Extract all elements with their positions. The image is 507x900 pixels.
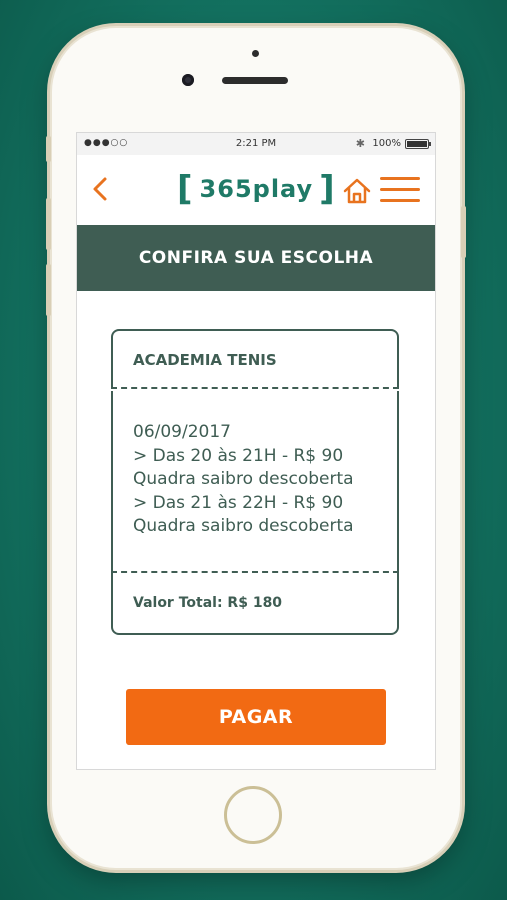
total-card: Valor Total: R$ 180 [111,573,399,635]
logo-bracket-left: [ [177,169,194,209]
booking-line: Quadra saibro descoberta [133,469,354,489]
app-header: [ 365play ] [77,155,435,225]
phone-frame: ●●●○○ 2:21 PM ✱ 100% [ 365play ] CONFIRA… [46,28,466,868]
booking-details: 06/09/2017 > Das 20 às 21H - R$ 90 Quadr… [133,421,354,539]
hamburger-menu-icon[interactable] [380,177,420,203]
home-icon[interactable] [342,177,372,205]
page-title: CONFIRA SUA ESCOLHA [77,225,435,291]
back-chevron-icon[interactable] [91,175,109,208]
booking-date: 06/09/2017 [133,422,231,442]
booking-line: Quadra saibro descoberta [133,516,354,536]
power-button [461,206,466,258]
earpiece-speaker [222,77,288,84]
logo-bracket-right: ] [319,169,336,209]
volume-down-button [46,264,51,316]
front-camera [182,74,194,86]
volume-up-button [46,198,51,250]
battery-icon [405,139,431,149]
bluetooth-icon: ✱ [355,137,365,150]
total-value: Valor Total: R$ 180 [133,595,283,611]
app-screen: ●●●○○ 2:21 PM ✱ 100% [ 365play ] CONFIRA… [76,132,436,770]
pay-button[interactable]: PAGAR [126,689,386,745]
venue-card: ACADEMIA TENIS [111,329,399,389]
booking-details-card: 06/09/2017 > Das 20 às 21H - R$ 90 Quadr… [111,391,399,573]
venue-name: ACADEMIA TENIS [133,351,277,369]
mute-switch [46,136,51,162]
logo-text: 365play [199,175,314,203]
battery-percent: 100% [372,138,401,149]
booking-line: > Das 20 às 21H - R$ 90 [133,445,344,466]
brand-logo: [ 365play ] [177,171,336,207]
phone-home-button[interactable] [224,786,282,844]
booking-line: > Das 21 às 22H - R$ 90 [133,492,344,513]
status-bar: ●●●○○ 2:21 PM ✱ 100% [77,133,435,155]
proximity-sensor [252,50,259,57]
